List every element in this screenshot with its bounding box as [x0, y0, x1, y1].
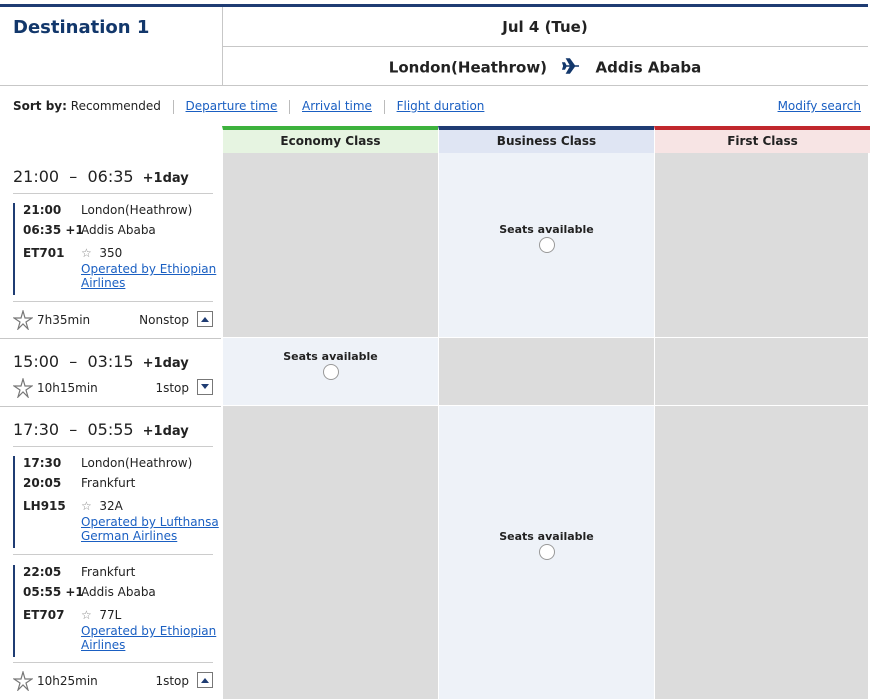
flight-row[interactable]: 17:30 – 05:55 +1day 17:30 London(Heathrow…	[0, 406, 221, 700]
divider	[13, 554, 213, 555]
first-class-header: First Class	[654, 126, 870, 153]
economy-class-header: Economy Class	[222, 126, 438, 153]
route: London(Heathrow) Addis Ababa	[222, 58, 868, 78]
fare-cell-economy	[222, 406, 438, 700]
header-divider	[222, 46, 868, 47]
flight-segment: 17:30 London(Heathrow) 20:05 Frankfurt LH9…	[13, 456, 219, 548]
aircraft-type: 350	[99, 246, 123, 260]
operated-by-link[interactable]: Operated by Ethiopian Airlines	[81, 624, 216, 652]
flight-number: ET707	[23, 608, 65, 622]
flight-segment: 21:00 London(Heathrow) 06:35 +1Addis Abab…	[13, 203, 216, 295]
sort-separator	[172, 99, 174, 114]
flight-summary: 10h15min 1stop	[12, 376, 213, 400]
segment-dep-time: 21:00	[23, 203, 62, 217]
stops-count: Nonstop	[139, 313, 189, 327]
flight-summary: 10h25min 1stop	[12, 669, 213, 693]
header-divider	[0, 85, 868, 86]
segment-dep-city: Frankfurt	[81, 565, 136, 579]
day-offset: +1day	[142, 171, 189, 186]
fare-radio[interactable]	[538, 237, 555, 253]
business-class-header: Business Class	[438, 126, 654, 153]
seats-available-label: Seats available	[283, 350, 378, 363]
segment-arr-city: Addis Ababa	[81, 585, 156, 599]
segment-dep-time: 17:30	[23, 456, 62, 470]
segment-arr-time: 20:05	[23, 476, 62, 490]
origin-city: London(Heathrow)	[388, 58, 548, 77]
stops-count: 1stop	[155, 674, 189, 688]
sort-separator	[383, 99, 385, 114]
destination-city: Addis Ababa	[595, 58, 702, 77]
fare-cell-first	[654, 153, 868, 338]
flight-segment: 22:05 Frankfurt 05:55 +1Addis Ababa ET707…	[13, 565, 216, 657]
operated-by-link[interactable]: Operated by Ethiopian Airlines	[81, 262, 216, 290]
star-alliance-icon	[12, 308, 34, 333]
seats-available-label: Seats available	[499, 530, 594, 543]
flight-duration: 10h25min	[37, 674, 98, 688]
sort-arrival-link[interactable]: Arrival time	[302, 99, 372, 113]
flight-row[interactable]: 21:00 – 06:35 +1day 21:00 London(Heathrow…	[0, 153, 221, 339]
flight-row[interactable]: 15:00 – 03:15 +1day 10h15min 1stop	[0, 338, 221, 407]
arrival-time: 03:15	[87, 352, 134, 371]
sort-departure-link[interactable]: Departure time	[186, 99, 278, 113]
destination-title: Destination 1	[13, 17, 150, 38]
fare-radio[interactable]	[538, 544, 555, 560]
fare-cell-business[interactable]: Seats available	[438, 153, 654, 338]
arrival-time: 05:55	[87, 420, 134, 439]
divider	[13, 301, 213, 302]
modify-search-link[interactable]: Modify search	[778, 99, 861, 113]
aircraft-type: 32A	[99, 499, 123, 513]
departure-time: 15:00	[13, 352, 60, 371]
divider	[13, 193, 213, 194]
segment-arr-city: Frankfurt	[81, 476, 136, 490]
flight-number: ET701	[23, 246, 65, 260]
star-alliance-icon	[12, 376, 34, 401]
star-alliance-icon: ☆	[81, 246, 92, 260]
divider	[13, 662, 213, 663]
airplane-icon	[562, 58, 580, 78]
flight-duration: 7h35min	[37, 313, 91, 327]
star-alliance-icon: ☆	[81, 499, 92, 513]
sort-duration-link[interactable]: Flight duration	[397, 99, 485, 113]
sort-separator	[289, 99, 291, 114]
segment-dep-time: 22:05	[23, 565, 62, 579]
seats-available-label: Seats available	[499, 223, 594, 236]
flight-times: 17:30 – 05:55 +1day	[13, 420, 189, 439]
flight-times: 15:00 – 03:15 +1day	[13, 352, 189, 371]
day-offset: +1day	[142, 424, 189, 439]
aircraft-type: 77L	[99, 608, 122, 622]
fare-cell-first	[654, 406, 868, 700]
expand-toggle-button[interactable]	[197, 379, 213, 395]
divider	[13, 446, 213, 447]
arrival-time: 06:35	[87, 167, 134, 186]
segment-arr-time: 05:55 +1	[23, 585, 84, 599]
fare-radio[interactable]	[322, 364, 339, 380]
flight-number: LH915	[23, 499, 66, 513]
collapse-toggle-button[interactable]	[197, 672, 213, 688]
segment-arr-city: Addis Ababa	[81, 223, 156, 237]
segment-dep-city: London(Heathrow)	[81, 456, 193, 470]
operated-by-link[interactable]: Operated by Lufthansa German Airlines	[81, 515, 219, 543]
collapse-toggle-button[interactable]	[197, 311, 213, 327]
fare-cell-business[interactable]: Seats available	[438, 406, 654, 700]
day-offset: +1day	[142, 356, 189, 371]
flight-summary: 7h35min Nonstop	[12, 308, 213, 332]
segment-dep-city: London(Heathrow)	[81, 203, 193, 217]
fare-cell-economy[interactable]: Seats available	[222, 338, 438, 406]
segment-arr-time: 06:35 +1	[23, 223, 84, 237]
flight-times: 21:00 – 06:35 +1day	[13, 167, 189, 186]
top-accent-bar	[0, 4, 868, 7]
travel-date: Jul 4 (Tue)	[502, 18, 588, 36]
fare-cell-economy	[222, 153, 438, 338]
fare-cell-first	[654, 338, 868, 406]
stops-count: 1stop	[155, 381, 189, 395]
departure-time: 17:30	[13, 420, 60, 439]
sort-bar: Sort by: Recommended Departure time Arri…	[13, 99, 484, 114]
star-alliance-icon: ☆	[81, 608, 92, 622]
sort-current: Recommended	[70, 99, 161, 113]
flight-duration: 10h15min	[37, 381, 98, 395]
departure-time: 21:00	[13, 167, 60, 186]
star-alliance-icon	[12, 669, 34, 694]
fare-cell-business	[438, 338, 654, 406]
sort-label: Sort by:	[13, 99, 67, 113]
